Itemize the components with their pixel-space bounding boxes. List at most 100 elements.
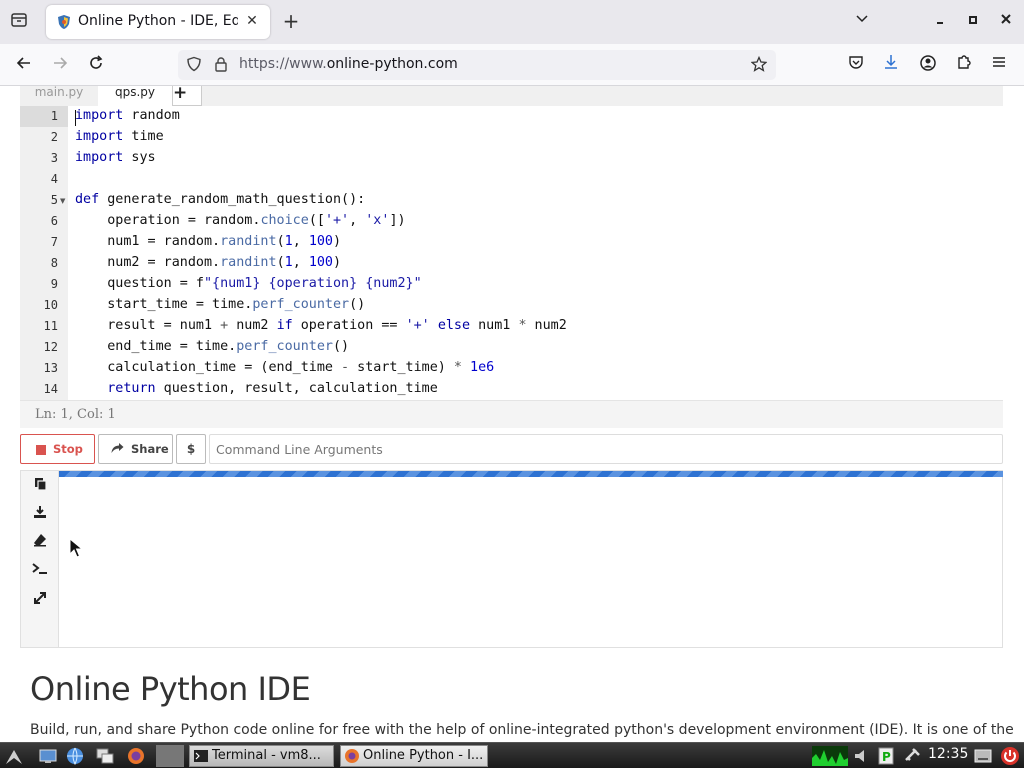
- extensions-puzzle-icon[interactable]: [953, 54, 975, 76]
- power-icon[interactable]: [1000, 746, 1020, 766]
- stop-label: Stop: [53, 442, 83, 456]
- line-number: 12: [43, 340, 58, 354]
- command-line-arguments-input[interactable]: [209, 434, 1003, 464]
- eraser-icon[interactable]: [30, 533, 50, 553]
- share-label: Share: [131, 442, 169, 456]
- list-all-tabs-icon[interactable]: [8, 11, 30, 33]
- code-line[interactable]: num1 = random.randint(1, 100): [75, 234, 341, 249]
- back-arrow-icon[interactable]: [13, 54, 35, 76]
- terminal-prompt-icon[interactable]: [30, 562, 50, 582]
- code-line[interactable]: return question, result, calculation_tim…: [75, 381, 438, 396]
- hamburger-menu-icon[interactable]: [988, 54, 1010, 76]
- intro-paragraph: Build, run, and share Python code online…: [30, 722, 1014, 738]
- page-heading: Online Python IDE: [30, 670, 311, 708]
- forward-arrow-icon[interactable]: [49, 54, 71, 76]
- line-number: 4: [50, 172, 58, 186]
- editor-status-bar: Ln: 1, Col: 1: [20, 400, 1003, 428]
- bookmark-star-icon[interactable]: [750, 55, 768, 74]
- browser-tab-online-python[interactable]: Online Python - IDE, Edit ✕: [46, 5, 270, 39]
- fold-toggle-icon[interactable]: ▼: [60, 197, 65, 205]
- code-line[interactable]: import sys: [75, 150, 156, 165]
- code-line[interactable]: num2 = random.randint(1, 100): [75, 255, 341, 270]
- code-line[interactable]: question = f"{num1} {operation} {num2}": [75, 276, 421, 291]
- code-editor[interactable]: 1 2 3 4 5 ▼ 6 7 8 9 10 11 12 13 14 impor…: [20, 106, 1003, 400]
- browser-globe-icon[interactable]: [65, 746, 85, 766]
- task-label: Terminal - vm8...: [212, 748, 321, 763]
- copy-icon[interactable]: [30, 477, 50, 497]
- running-progress-bar: [59, 471, 1003, 477]
- code-line[interactable]: calculation_time = (end_time - start_tim…: [75, 360, 494, 375]
- line-number: 8: [50, 256, 58, 270]
- line-number: 7: [50, 235, 58, 249]
- taskbar-task-terminal[interactable]: Terminal - vm8...: [189, 745, 334, 767]
- share-arrow-icon: [111, 435, 124, 463]
- new-tab-plus-icon[interactable]: +: [280, 11, 302, 33]
- download-icon[interactable]: [30, 505, 50, 525]
- url-text[interactable]: https://www.online-python.com: [239, 56, 458, 72]
- output-console[interactable]: [20, 470, 1003, 648]
- close-window-icon[interactable]: [996, 12, 1016, 32]
- taskbar-task-firefox[interactable]: Online Python - I...: [340, 745, 488, 767]
- file-tab-main-py[interactable]: main.py: [20, 86, 98, 106]
- cpu-monitor-icon: [812, 746, 848, 766]
- code-line[interactable]: start_time = time.perf_counter(): [75, 297, 365, 312]
- svg-text:P: P: [882, 750, 891, 764]
- line-number: 14: [43, 382, 58, 396]
- maximize-window-icon[interactable]: [963, 12, 983, 32]
- run-toolbar: Stop Share $: [20, 434, 1003, 464]
- firefox-icon: [345, 749, 359, 763]
- line-number: 1: [20, 106, 68, 127]
- url-domain: online-python.com: [326, 56, 458, 72]
- stop-button[interactable]: Stop: [20, 434, 95, 464]
- pocket-icon[interactable]: [845, 54, 867, 76]
- cursor-position: Ln: 1, Col: 1: [35, 407, 116, 422]
- firefox-launcher-icon[interactable]: [126, 746, 146, 766]
- close-tab-icon[interactable]: ✕: [242, 11, 262, 31]
- line-number: 9: [50, 277, 58, 291]
- clock: 12:35: [928, 746, 969, 762]
- code-line[interactable]: result = num1 + num2 if operation == '+'…: [75, 318, 567, 333]
- show-desktop-icon[interactable]: [38, 746, 58, 766]
- tab-title: Online Python - IDE, Edit: [78, 13, 238, 29]
- line-number: 5: [50, 193, 58, 207]
- code-line[interactable]: def generate_random_math_question():: [75, 192, 365, 207]
- console-side-toolbar: [21, 471, 59, 647]
- tracking-protection-shield-icon[interactable]: [185, 56, 203, 74]
- code-line[interactable]: end_time = time.perf_counter(): [75, 339, 349, 354]
- browser-tab-bar: Online Python - IDE, Edit ✕ +: [0, 0, 1024, 44]
- file-tab-qps-py[interactable]: qps.py: [98, 86, 172, 106]
- network-plug-icon[interactable]: [902, 746, 922, 766]
- lock-icon[interactable]: [212, 56, 230, 74]
- web-page: main.py qps.py + 1 2 3 4 5 ▼ 6 7 8 9 10 …: [0, 86, 1024, 742]
- share-button[interactable]: Share: [98, 434, 173, 464]
- line-number: 13: [43, 361, 58, 375]
- stop-square-icon: [36, 445, 46, 455]
- add-file-tab-button[interactable]: +: [172, 86, 202, 106]
- start-menu-icon[interactable]: [4, 746, 24, 766]
- account-icon[interactable]: [917, 54, 939, 76]
- mouse-pointer-icon: [69, 538, 83, 558]
- volume-icon[interactable]: [852, 746, 872, 766]
- window-switcher-icon[interactable]: [95, 746, 115, 766]
- line-number: 3: [50, 151, 58, 165]
- code-line[interactable]: import random: [75, 108, 180, 123]
- shell-dollar-button[interactable]: $: [176, 434, 206, 464]
- clipboard-p-icon[interactable]: P: [876, 746, 896, 766]
- downloads-icon[interactable]: [880, 54, 902, 76]
- reload-icon[interactable]: [85, 54, 107, 76]
- expand-icon[interactable]: [30, 591, 50, 611]
- python-shield-favicon-icon: [58, 15, 70, 29]
- url-prefix: https://www.: [239, 56, 327, 72]
- browser-navigation-bar: https://www.online-python.com: [0, 44, 1024, 86]
- file-tabs: main.py qps.py +: [20, 86, 1003, 106]
- line-number: 11: [43, 319, 58, 333]
- minimize-window-icon[interactable]: [930, 12, 950, 32]
- task-label: Online Python - I...: [363, 748, 484, 763]
- code-line[interactable]: operation = random.choice(['+', 'x']): [75, 213, 405, 228]
- line-number: 6: [50, 214, 58, 228]
- keyboard-layout-icon[interactable]: [973, 746, 993, 766]
- address-bar[interactable]: https://www.online-python.com: [178, 50, 776, 80]
- tab-overflow-chevron-icon[interactable]: [852, 12, 872, 32]
- terminal-icon: [194, 750, 208, 762]
- code-line[interactable]: import time: [75, 129, 164, 144]
